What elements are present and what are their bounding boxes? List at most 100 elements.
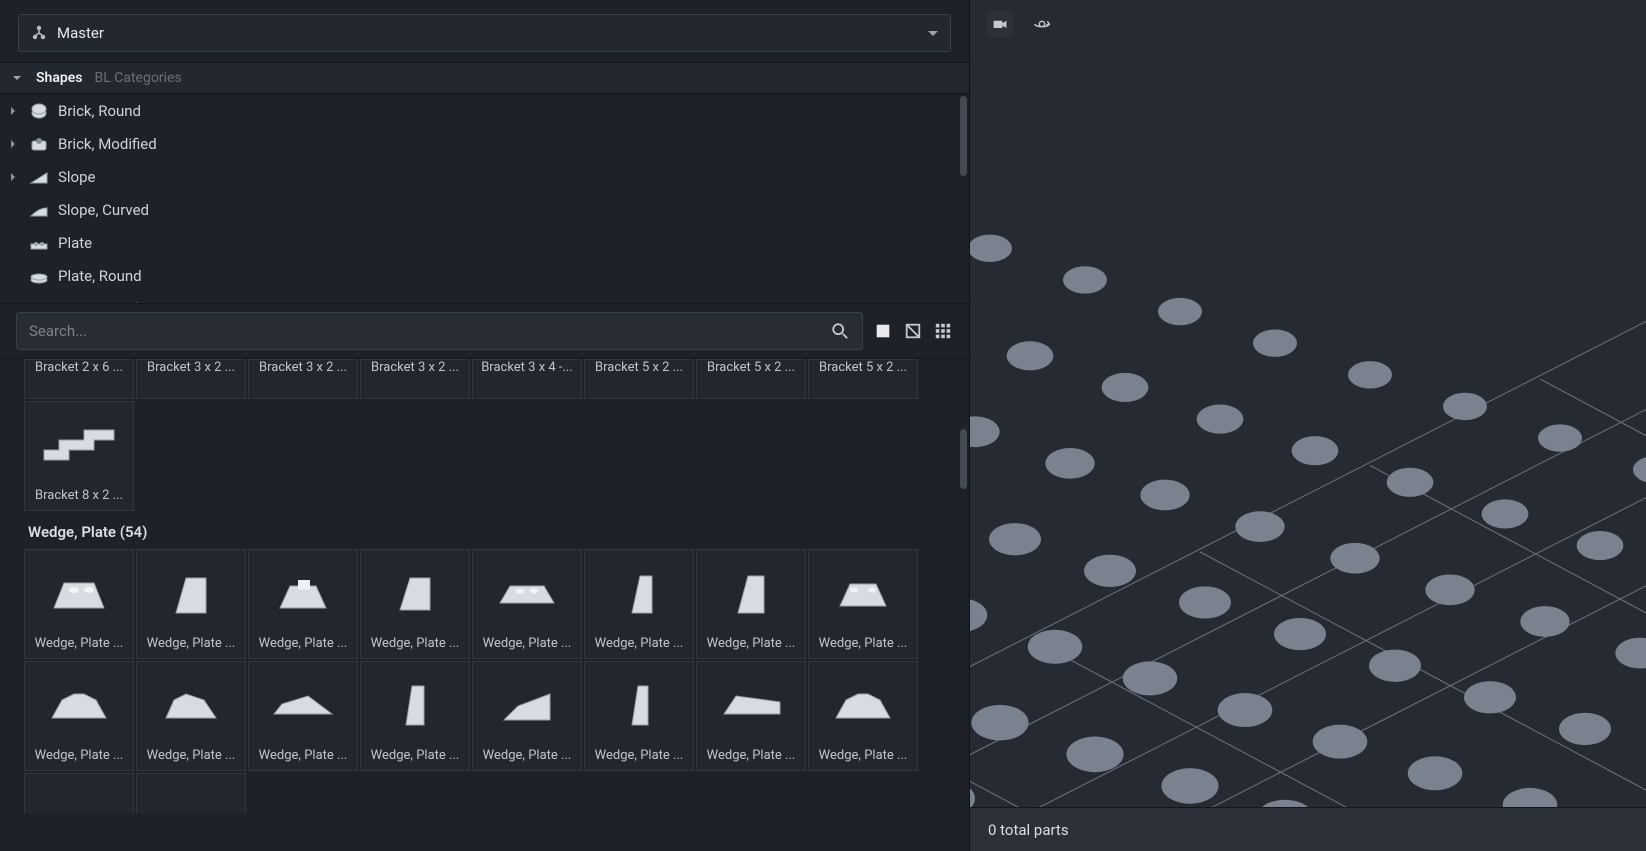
tree-item[interactable]: Slope — [0, 160, 969, 193]
viewport-panel: // procedurally place studs in the SVG f… — [970, 0, 1646, 851]
part-cell[interactable]: Wedge, Plate ... — [584, 661, 694, 771]
part-label: Wedge, Plate ... — [249, 636, 357, 658]
part-thumbnail — [25, 550, 133, 636]
chevron-right-icon[interactable] — [6, 104, 20, 118]
model-selector-label: Master — [57, 24, 928, 42]
tree-item-label: Plate, Round — [58, 267, 142, 285]
tree-item-label: Slope — [58, 168, 96, 186]
plate-round-icon — [28, 265, 50, 287]
chevron-right-icon[interactable] — [6, 170, 20, 184]
part-cell[interactable]: Bracket 2 x 6 ... — [24, 359, 134, 399]
chevron-right-icon[interactable] — [6, 137, 20, 151]
tree-item[interactable]: Brick, Modified — [0, 127, 969, 160]
status-text: 0 total parts — [988, 821, 1069, 839]
part-label: Wedge, Plate ... — [473, 636, 581, 658]
viewport-toolbar — [970, 0, 1646, 48]
part-cell[interactable]: Wedge, Plate ... — [248, 661, 358, 771]
plate-icon — [28, 232, 50, 254]
part-thumbnail — [585, 662, 693, 748]
category-tree: Brick, Round Brick, Modified Slope · Slo… — [0, 94, 969, 304]
part-cell[interactable]: Wedge, Plate ... — [472, 661, 582, 771]
left-panel: Master Shapes BL Categories Brick, Round… — [0, 0, 970, 851]
part-thumbnail — [361, 662, 469, 748]
part-thumbnail — [697, 550, 805, 636]
category-tabs: Shapes BL Categories — [0, 62, 969, 94]
part-cell[interactable]: Bracket 3 x 2 ... — [360, 359, 470, 399]
caret-down-icon — [928, 31, 938, 36]
part-cell[interactable]: Bracket 3 x 4 -... — [472, 359, 582, 399]
part-cell[interactable]: Bracket 5 x 2 ... — [696, 359, 806, 399]
tree-item[interactable]: · Plate — [0, 226, 969, 259]
part-cell[interactable]: Wedge, Plate ... — [24, 661, 134, 771]
part-thumbnail — [809, 662, 917, 748]
search-input[interactable]: Search... — [16, 312, 863, 350]
part-label: Wedge, Plate ... — [361, 636, 469, 658]
pattern-filter-icon[interactable] — [903, 321, 923, 341]
tab-shapes[interactable]: Shapes — [36, 70, 82, 86]
part-label: Bracket 3 x 2 ... — [249, 360, 357, 382]
grid-row — [24, 773, 969, 813]
part-label: Wedge, Plate ... — [249, 748, 357, 770]
tree-item-label: Slope, Curved — [58, 201, 149, 219]
tree-item[interactable]: · Slope, Curved — [0, 193, 969, 226]
part-cell[interactable]: Wedge, Plate ... — [360, 661, 470, 771]
part-cell[interactable] — [136, 773, 246, 813]
color-filter-icon[interactable] — [873, 321, 893, 341]
part-cell[interactable]: Wedge, Plate ... — [696, 661, 806, 771]
tree-item-label: Plate, Modified — [58, 300, 157, 305]
part-label: Wedge, Plate ... — [585, 748, 693, 770]
grid-view-icon[interactable] — [933, 321, 953, 341]
part-cell[interactable]: Wedge, Plate ... — [472, 549, 582, 659]
parts-scrollbar[interactable] — [960, 429, 967, 489]
search-placeholder: Search... — [29, 322, 830, 340]
hierarchy-icon — [31, 25, 47, 41]
part-cell[interactable]: Bracket 3 x 2 ... — [136, 359, 246, 399]
chevron-right-icon[interactable] — [6, 302, 20, 305]
tree-item[interactable]: Brick, Round — [0, 94, 969, 127]
part-cell[interactable]: Bracket 3 x 2 ... — [248, 359, 358, 399]
part-label: Bracket 8 x 2 ... — [25, 488, 133, 510]
parts-grid: Bracket 2 x 6 ... Bracket 3 x 2 ... Brac… — [0, 359, 969, 851]
part-cell[interactable]: Bracket 5 x 2 ... — [584, 359, 694, 399]
part-cell[interactable]: Bracket 8 x 2 ... — [24, 401, 134, 511]
part-label: Wedge, Plate ... — [473, 748, 581, 770]
part-cell[interactable]: Bracket 5 x 2 ... — [808, 359, 918, 399]
tree-item-label: Brick, Modified — [58, 135, 157, 153]
part-thumbnail — [809, 550, 917, 636]
orbit-button[interactable] — [1028, 10, 1056, 38]
part-cell[interactable]: Wedge, Plate ... — [696, 549, 806, 659]
chevron-down-icon[interactable] — [10, 71, 24, 85]
part-cell[interactable] — [24, 773, 134, 813]
viewport-3d[interactable]: // procedurally place studs in the SVG f… — [970, 48, 1646, 807]
part-cell[interactable]: Wedge, Plate ... — [24, 549, 134, 659]
part-label: Bracket 2 x 6 ... — [25, 360, 133, 382]
part-label: Wedge, Plate ... — [137, 748, 245, 770]
grid-row: Bracket 2 x 6 ... Bracket 3 x 2 ... Brac… — [24, 359, 969, 399]
model-selector[interactable]: Master — [18, 14, 951, 52]
tree-scrollbar[interactable] — [960, 96, 967, 176]
camera-button[interactable] — [986, 10, 1014, 38]
part-label: Bracket 5 x 2 ... — [809, 360, 917, 382]
part-cell[interactable]: Wedge, Plate ... — [136, 549, 246, 659]
part-cell[interactable]: Wedge, Plate ... — [248, 549, 358, 659]
section-title: Wedge, Plate (54) — [24, 513, 969, 549]
part-cell[interactable]: Wedge, Plate ... — [136, 661, 246, 771]
tree-item[interactable]: · Plate, Round — [0, 259, 969, 292]
slope-curved-icon — [28, 199, 50, 221]
part-cell[interactable]: Wedge, Plate ... — [360, 549, 470, 659]
tree-item-label: Brick, Round — [58, 102, 141, 120]
part-label: Wedge, Plate ... — [25, 748, 133, 770]
tree-item[interactable]: Plate, Modified — [0, 292, 969, 304]
part-cell[interactable]: Wedge, Plate ... — [808, 661, 918, 771]
part-thumbnail — [473, 550, 581, 636]
tab-bl-categories[interactable]: BL Categories — [94, 70, 181, 86]
part-label: Bracket 3 x 2 ... — [361, 360, 469, 382]
part-thumbnail — [249, 550, 357, 636]
grid-row: Bracket 8 x 2 ... — [24, 401, 969, 511]
search-icon[interactable] — [830, 321, 850, 341]
part-thumbnail — [137, 662, 245, 748]
part-cell[interactable]: Wedge, Plate ... — [584, 549, 694, 659]
plate-modified-icon — [28, 298, 50, 305]
part-thumbnail — [25, 402, 133, 488]
part-cell[interactable]: Wedge, Plate ... — [808, 549, 918, 659]
